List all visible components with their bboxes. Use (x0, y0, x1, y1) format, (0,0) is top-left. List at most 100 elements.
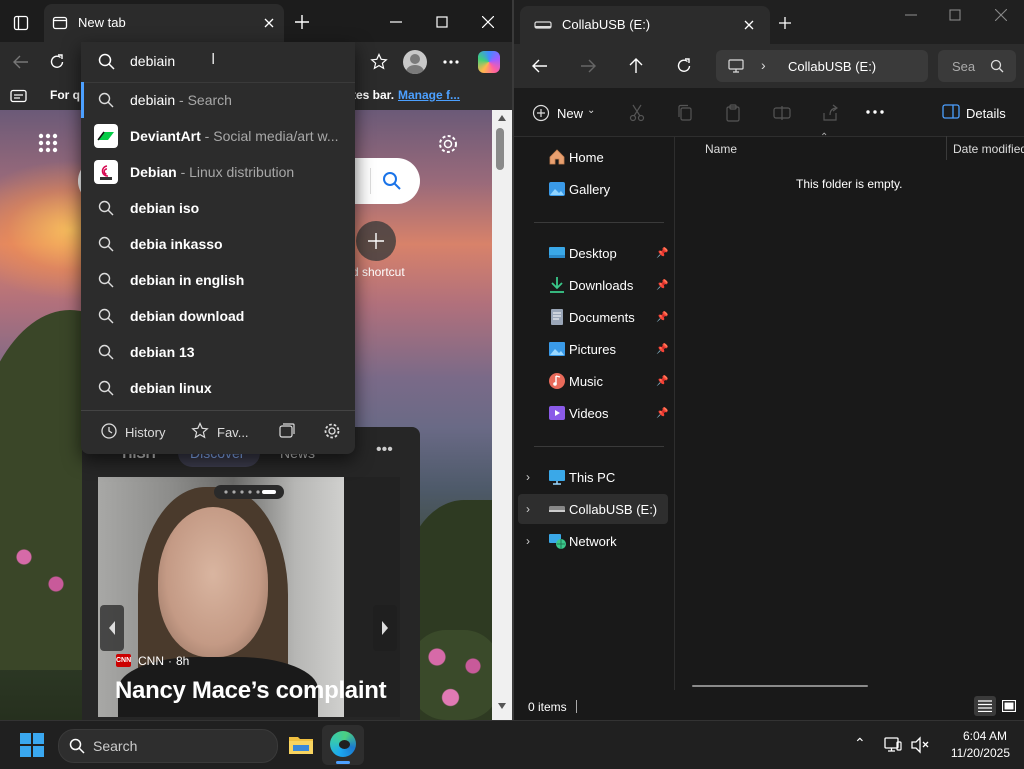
close-tab-icon[interactable] (740, 16, 758, 34)
suggestion-item[interactable]: debian download (81, 298, 355, 334)
tiles-view-icon[interactable] (998, 696, 1020, 716)
browser-tab-active[interactable]: New tab (44, 4, 284, 42)
pin-icon[interactable]: 📌 (656, 376, 668, 387)
sidebar-item-documents[interactable]: Documents 📌 (514, 302, 669, 332)
minimize-icon[interactable] (386, 12, 406, 32)
sidebar-item-home[interactable]: Home (514, 142, 669, 172)
tab-actions-icon[interactable] (10, 12, 32, 34)
suggestion-item[interactable]: debian in english (81, 262, 355, 298)
pin-icon[interactable]: 📌 (656, 344, 668, 355)
edge-taskbar-button[interactable] (322, 725, 364, 765)
carousel-next-icon[interactable] (373, 605, 397, 651)
favorites-star-icon[interactable] (368, 51, 390, 73)
suggestion-item[interactable]: DeviantArt - Social media/art w... (81, 118, 355, 154)
back-icon[interactable] (10, 52, 32, 72)
sidebar-item-pictures[interactable]: Pictures 📌 (514, 334, 669, 364)
favorites-button[interactable]: Fav... (217, 425, 249, 440)
sidebar-item-collabusb[interactable]: › CollabUSB (E:) (518, 494, 668, 524)
show-hidden-icons-chevron[interactable]: ⌃ (854, 735, 866, 752)
explorer-search-box[interactable]: Sea (938, 50, 1016, 82)
chevron-down-icon[interactable]: ⌄ (587, 105, 595, 116)
suggestion-item[interactable]: debian linux (81, 370, 355, 406)
breadcrumb-separator-icon[interactable]: › (761, 57, 766, 73)
more-menu-icon[interactable] (440, 51, 462, 73)
column-header-name[interactable]: Name (705, 142, 737, 156)
column-divider[interactable] (946, 136, 947, 160)
address-breadcrumb[interactable]: › CollabUSB (E:) (716, 50, 928, 82)
address-bar[interactable]: debiain I (81, 42, 355, 82)
suggestion-item[interactable]: Debian - Linux distribution (81, 154, 355, 190)
refresh-icon[interactable] (674, 56, 694, 76)
pin-icon[interactable]: 📌 (656, 408, 668, 419)
page-search-icon[interactable] (382, 171, 402, 191)
news-headline[interactable]: Nancy Mace’s complaint (115, 677, 387, 705)
pin-icon[interactable]: 📌 (656, 312, 668, 323)
sidebar-item-desktop[interactable]: Desktop 📌 (514, 238, 669, 268)
paste-icon[interactable] (725, 104, 741, 122)
page-settings-icon[interactable] (437, 133, 459, 155)
add-shortcut-button[interactable] (356, 221, 396, 261)
back-icon[interactable] (530, 56, 550, 76)
up-icon[interactable] (626, 56, 646, 76)
carousel-prev-icon[interactable] (100, 605, 124, 651)
sidebar-item-music[interactable]: Music 📌 (514, 366, 669, 396)
share-icon[interactable] (821, 104, 839, 122)
address-input[interactable]: debiain (130, 53, 175, 69)
file-explorer-taskbar-icon[interactable] (288, 733, 314, 755)
sidebar-item-this-pc[interactable]: › This PC (514, 462, 669, 492)
clock-date[interactable]: 11/20/2025 (942, 746, 1010, 760)
manage-favorites-link[interactable]: Manage f... (398, 88, 460, 102)
sidebar-item-downloads[interactable]: Downloads 📌 (514, 270, 669, 300)
favorites-icon[interactable] (191, 422, 209, 440)
copy-icon[interactable] (677, 104, 693, 122)
apps-grid-icon[interactable] (38, 133, 58, 153)
maximize-icon[interactable] (432, 12, 452, 32)
details-button[interactable]: Details (966, 106, 1006, 121)
carousel-dots[interactable] (214, 485, 284, 499)
new-button[interactable]: New (557, 106, 583, 121)
rename-icon[interactable] (773, 104, 791, 122)
collections-icon[interactable] (278, 422, 296, 440)
suggestion-item[interactable]: debiain - Search (81, 82, 355, 118)
forward-icon[interactable] (578, 56, 598, 76)
minimize-icon[interactable] (902, 6, 920, 24)
chevron-right-icon[interactable]: › (526, 502, 530, 516)
sidebar-item-videos[interactable]: Videos 📌 (514, 398, 669, 428)
page-scrollbar[interactable] (492, 110, 512, 720)
new-plus-icon[interactable] (532, 104, 550, 122)
new-tab-plus-icon[interactable] (292, 12, 312, 32)
suggestion-item[interactable]: debian 13 (81, 334, 355, 370)
feed-more-icon[interactable]: ••• (376, 441, 393, 459)
suggestion-settings-icon[interactable] (323, 422, 341, 440)
profile-avatar[interactable] (403, 50, 427, 74)
sidebar-item-network[interactable]: › Network (514, 526, 669, 556)
pin-icon[interactable]: 📌 (656, 280, 668, 291)
reading-icon[interactable] (10, 89, 28, 103)
chevron-right-icon[interactable]: › (526, 534, 530, 548)
breadcrumb-current[interactable]: CollabUSB (E:) (788, 59, 876, 74)
maximize-icon[interactable] (946, 6, 964, 24)
cut-icon[interactable] (629, 104, 645, 122)
history-button[interactable]: History (125, 425, 165, 440)
explorer-tab-active[interactable]: CollabUSB (E:) (520, 6, 770, 44)
start-windows-icon[interactable] (20, 733, 44, 757)
taskbar-search-box[interactable]: Search (58, 729, 278, 763)
more-options-icon[interactable] (866, 110, 884, 114)
pin-icon[interactable]: 📌 (656, 248, 668, 259)
scrollbar-thumb[interactable] (496, 128, 504, 170)
suggestion-item[interactable]: debia inkasso (81, 226, 355, 262)
close-window-icon[interactable] (478, 12, 498, 32)
clock-time[interactable]: 6:04 AM (960, 729, 1010, 743)
details-view-icon[interactable] (974, 696, 996, 716)
close-window-icon[interactable] (992, 6, 1010, 24)
new-tab-plus-icon[interactable] (776, 14, 794, 32)
chevron-right-icon[interactable]: › (526, 470, 530, 484)
details-pane-icon[interactable] (942, 104, 960, 120)
close-tab-icon[interactable] (260, 14, 278, 32)
horizontal-scrollbar[interactable] (692, 685, 868, 687)
sidebar-item-gallery[interactable]: Gallery (514, 174, 669, 204)
column-header-date[interactable]: Date modified (953, 142, 1024, 156)
display-icon[interactable] (884, 736, 902, 754)
refresh-icon[interactable] (46, 51, 68, 73)
suggestion-item[interactable]: debian iso (81, 190, 355, 226)
